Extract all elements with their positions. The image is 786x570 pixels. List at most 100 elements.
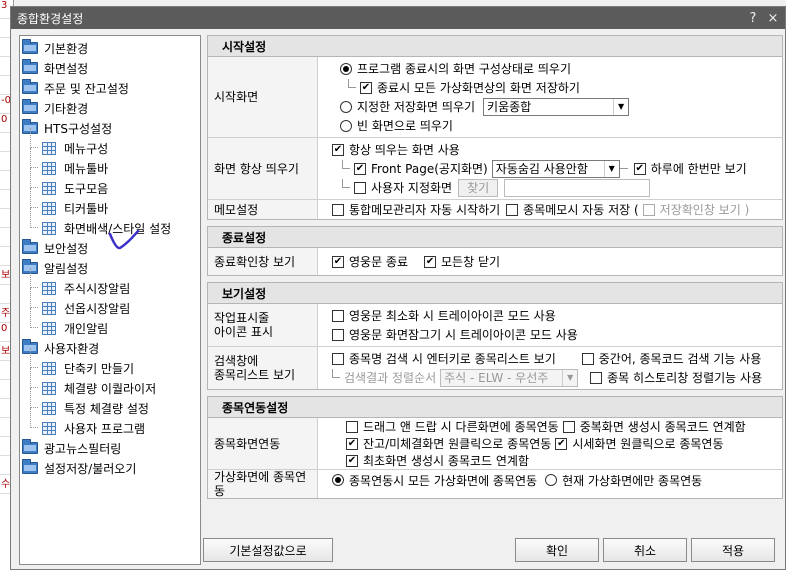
tree-item[interactable]: 개인알림 — [20, 308, 200, 338]
checkbox-save-all-virtual[interactable]: ✔ — [360, 81, 372, 94]
tree-item[interactable]: 알림설정 — [20, 258, 200, 278]
close-button[interactable]: × — [765, 11, 781, 26]
checkbox-front-page[interactable]: ✔ — [354, 162, 366, 175]
tree-item[interactable]: 주문 및 잔고설정 — [20, 78, 200, 98]
ok-button[interactable]: 확인 — [515, 538, 599, 562]
grid-icon — [42, 381, 56, 395]
option-front-page-label: Front Page(공지화면) — [371, 162, 488, 176]
option-front-page[interactable]: ✔ Front Page(공지화면) 자동숨김 사용안함 ▼ ✔ 하루에 한번만… — [322, 159, 778, 178]
checkbox-user-screen[interactable] — [354, 181, 366, 194]
option-memo: 통합메모관리자 자동 시작하기 종목메모시 자동 저장 ( 저장확인창 보기 ) — [322, 200, 778, 219]
folder-icon — [22, 439, 38, 454]
row-always-show: 화면 항상 띄우기 ✔ 항상 띄우는 화면 사용 ✔ Front Page(공지… — [208, 137, 782, 199]
section-start: 시작화면 프로그램 종료시의 화면 구성상태로 띄우기 ✔ 종료시 모든 가상화… — [207, 57, 783, 220]
tree-item[interactable]: 기타환경 — [20, 98, 200, 118]
checkbox-drag-drop[interactable] — [346, 420, 358, 433]
option-keep-last[interactable]: 프로그램 종료시의 화면 구성상태로 띄우기 — [322, 59, 778, 78]
tree-item[interactable]: 기본환경 — [20, 38, 200, 58]
checkbox-yg-exit[interactable]: ✔ — [332, 255, 344, 268]
tree-item[interactable]: HTS구성설정 — [20, 118, 200, 138]
front-page-select[interactable]: 자동숨김 사용안함 ▼ — [491, 159, 620, 178]
apply-button[interactable]: 적용 — [691, 538, 775, 562]
option-quote-click-label: 시세화면 원클릭으로 종목연동 — [572, 437, 724, 451]
radio-blank[interactable] — [340, 119, 352, 132]
option-saved-screen[interactable]: 지정한 저장화면 띄우기 키움종합 ▼ — [322, 97, 778, 116]
checkbox-save-confirm[interactable] — [642, 203, 655, 216]
tree-item[interactable]: 특정 체결량 설정 — [20, 388, 200, 418]
folder-icon — [22, 239, 38, 254]
grid-icon — [42, 201, 56, 215]
row-label-link-screen: 종목화면연동 — [208, 418, 318, 469]
checkbox-middle-search[interactable] — [581, 352, 594, 365]
tree-item[interactable]: 도구모음 — [20, 168, 200, 198]
row-label-start-screen: 시작화면 — [208, 57, 318, 137]
option-save-all-virtual[interactable]: ✔ 종료시 모든 가상화면상의 화면 저장하기 — [322, 78, 778, 97]
user-screen-field[interactable] — [504, 178, 651, 197]
tree-item[interactable]: 주식시장알림 — [20, 268, 200, 298]
checkbox-tray-min[interactable] — [332, 309, 344, 322]
checkbox-memo-auto[interactable] — [332, 203, 344, 216]
option-all-virtual-label: 종목연동시 모든 가상화면에 종목연동 — [349, 473, 538, 488]
tree-item[interactable]: 티커툴바 — [20, 188, 200, 218]
option-tray-hide-label: 영웅문 화면잠그기 시 트레이아이콘 모드 사용 — [349, 328, 578, 342]
option-keep-last-label: 프로그램 종료시의 화면 구성상태로 띄우기 — [357, 62, 571, 76]
tree-item[interactable]: 사용자 프로그램 — [20, 408, 200, 438]
help-button[interactable]: ? — [745, 11, 761, 26]
tree-item-label: 특정 체결량 설정 — [64, 401, 149, 416]
saved-screen-select[interactable]: 키움종합 ▼ — [483, 97, 630, 116]
tree-item[interactable]: 메뉴툴바 — [20, 148, 200, 178]
settings-tree[interactable]: 기본환경 화면설정주문 및 잔고설정기타환경 HTS구성설정 메뉴구성메뉴툴바 도구모음… — [19, 35, 201, 565]
radio-current-virtual[interactable] — [545, 474, 558, 486]
find-button[interactable]: 찾기 — [458, 178, 499, 197]
option-sort: 검색결과 정렬순서 주식 - ELW - 우선주 ▼ 종목 히스토리창 정렬기능… — [322, 368, 778, 387]
option-yg-exit-label: 영웅문 종료 — [349, 255, 409, 269]
option-drag-drop-label: 드래그 앤 드랍 시 다른화면에 종목연동 — [363, 420, 559, 434]
section-header-view: 보기설정 — [207, 282, 783, 304]
radio-all-virtual[interactable] — [332, 474, 344, 486]
option-always-use[interactable]: ✔ 항상 띄우는 화면 사용 — [322, 140, 778, 159]
checkbox-search-enter[interactable] — [332, 352, 344, 365]
tree-item-label: 사용자환경 — [44, 341, 100, 356]
option-tray-min[interactable]: 영웅문 최소화 시 트레이아이콘 모드 사용 — [322, 306, 778, 325]
checkbox-first-screen[interactable]: ✔ — [346, 454, 358, 467]
grid-icon — [42, 221, 56, 235]
saved-screen-select-value: 키움종합 — [487, 100, 532, 114]
tree-item[interactable]: 선옵시장알림 — [20, 288, 200, 318]
cancel-button[interactable]: 취소 — [603, 538, 687, 562]
sort-select[interactable]: 주식 - ELW - 우선주 ▼ — [440, 368, 579, 387]
checkbox-history-sort[interactable] — [590, 371, 603, 384]
radio-keep-last[interactable] — [340, 62, 352, 75]
option-first-screen-label: 최초화면 생성시 종목코드 연계함 — [363, 454, 530, 468]
tree-item-label: 메뉴툴바 — [64, 161, 109, 176]
option-blank[interactable]: 빈 화면으로 띄우기 — [322, 116, 778, 135]
grid-icon — [42, 301, 56, 315]
tree-item[interactable]: 사용자환경 — [20, 338, 200, 358]
checkbox-close-all[interactable]: ✔ — [424, 255, 437, 268]
grid-icon — [42, 321, 56, 335]
tree-item[interactable]: 메뉴구성 — [20, 128, 200, 158]
radio-saved-screen[interactable] — [340, 100, 352, 113]
tree-item-label: 단축키 만들기 — [64, 361, 135, 376]
checkbox-quote-click[interactable]: ✔ — [555, 437, 568, 450]
checkbox-dup-screen[interactable] — [562, 420, 575, 433]
tree-item[interactable]: 설정저장/불러오기 — [20, 458, 200, 478]
option-link-line1: 드래그 앤 드랍 시 다른화면에 종목연동 중복화면 생성시 종목코드 연계함 — [322, 418, 778, 435]
checkbox-always-use[interactable]: ✔ — [332, 143, 344, 156]
checkbox-stock-memo[interactable] — [506, 203, 519, 216]
option-tray-hide[interactable]: 영웅문 화면잠그기 시 트레이아이콘 모드 사용 — [322, 325, 778, 344]
option-always-use-label: 항상 띄우는 화면 사용 — [349, 143, 460, 157]
checkbox-tray-hide[interactable] — [332, 328, 344, 341]
checkbox-balance-click[interactable]: ✔ — [346, 437, 358, 450]
option-user-screen[interactable]: 사용자 지정화면 찾기 — [322, 178, 778, 197]
tree-item[interactable]: 체결량 이퀄라이저 — [20, 368, 200, 398]
sort-label: 검색결과 정렬순서 — [344, 371, 437, 385]
defaults-button[interactable]: 기본설정값으로 — [203, 538, 333, 562]
option-once-a-day-label: 하루에 한번만 보기 — [650, 162, 747, 176]
checkbox-once-a-day[interactable]: ✔ — [633, 162, 646, 175]
row-label-virtual-link: 가상화면에 종목연동 — [208, 470, 318, 498]
grid-icon — [42, 421, 56, 435]
tree-item-label: 주문 및 잔고설정 — [44, 81, 129, 96]
tree-item[interactable]: 화면설정 — [20, 58, 200, 78]
tree-item[interactable]: 단축키 만들기 — [20, 348, 200, 378]
tree-item[interactable]: 광고뉴스필터링 — [20, 438, 200, 458]
